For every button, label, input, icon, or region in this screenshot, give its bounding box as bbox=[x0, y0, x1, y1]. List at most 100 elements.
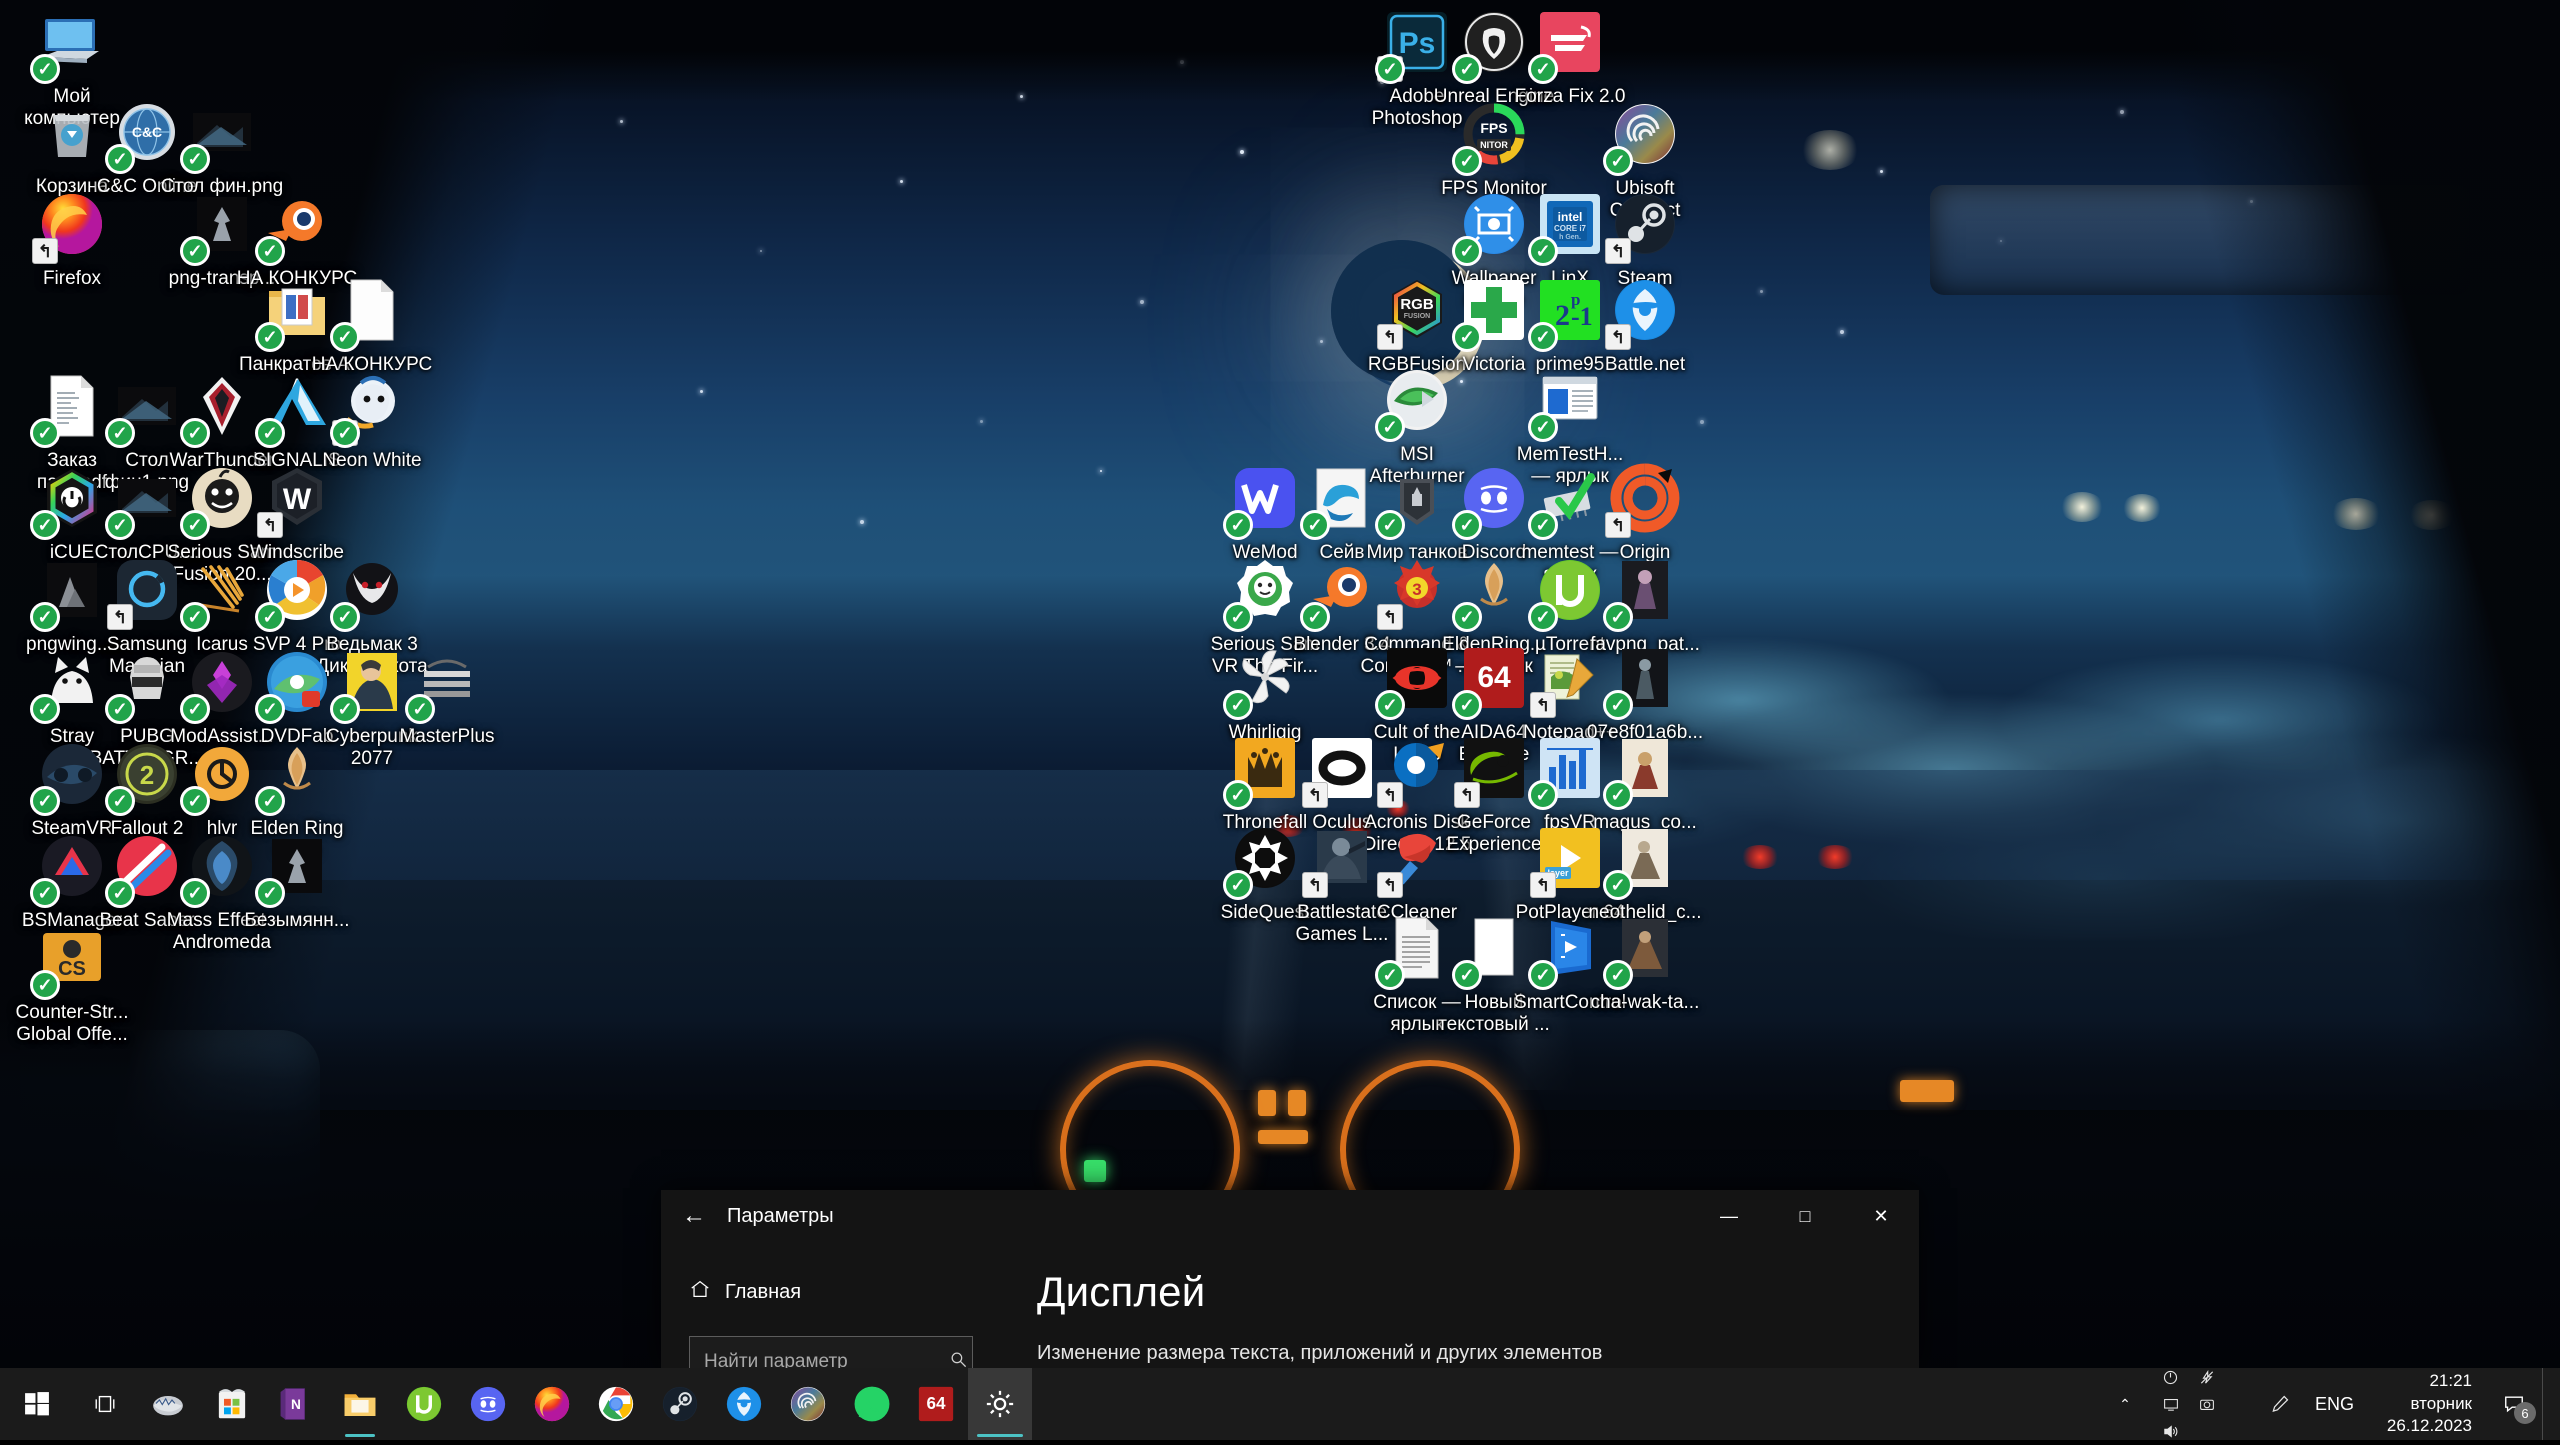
shortcut-arrow-icon: ↰ bbox=[1377, 604, 1403, 630]
desktop-icon-origin[interactable]: ↰Origin bbox=[1583, 460, 1707, 564]
onedrive-synced-badge-icon bbox=[1528, 236, 1558, 266]
desktop-icon-image-file[interactable]: cha-wak-ta... bbox=[1583, 910, 1707, 1014]
onedrive-synced-badge-icon bbox=[30, 694, 60, 724]
power-icon[interactable] bbox=[2153, 1364, 2189, 1391]
svg-text:64: 64 bbox=[1477, 661, 1511, 694]
desktop-icon-image-file[interactable]: neothelid_c... bbox=[1583, 820, 1707, 924]
tray-expand-chevron-icon[interactable]: ⌃ bbox=[2103, 1368, 2147, 1440]
taskbar-item-firefox[interactable] bbox=[520, 1368, 584, 1440]
desktop-icon-ccleaner[interactable]: ↰CCleaner bbox=[1355, 820, 1479, 924]
taskbar-item-onenote[interactable]: N bbox=[264, 1368, 328, 1440]
onedrive-synced-badge-icon bbox=[1603, 146, 1633, 176]
onedrive-synced-badge-icon bbox=[1375, 510, 1405, 540]
taskbar-item-settings[interactable] bbox=[968, 1368, 1032, 1440]
onedrive-synced-badge-icon bbox=[1528, 510, 1558, 540]
svg-text:W: W bbox=[283, 483, 312, 516]
desktop-icon-image-file[interactable]: Стол фин.png bbox=[160, 94, 284, 198]
onedrive-synced-badge-icon bbox=[30, 878, 60, 908]
desktop-icon-firefox[interactable]: ↰Firefox bbox=[10, 186, 134, 290]
onedrive-synced-badge-icon bbox=[1603, 602, 1633, 632]
language-indicator[interactable]: ENG bbox=[2301, 1368, 2368, 1440]
taskbar-items[interactable]: N bbox=[136, 1368, 1032, 1440]
close-button[interactable]: ✕ bbox=[1843, 1190, 1919, 1242]
whatsapp-icon bbox=[852, 1384, 892, 1424]
image-file-icon bbox=[259, 828, 335, 904]
shortcut-arrow-icon: ↰ bbox=[1377, 324, 1403, 350]
desktop-icon-label: cha-wak-ta... bbox=[1591, 992, 1700, 1014]
windscribe-icon: W↰ bbox=[259, 460, 335, 536]
battery-charge-icon[interactable] bbox=[2189, 1364, 2225, 1391]
wireshark-icon bbox=[148, 1384, 188, 1424]
ccleaner-icon: ↰ bbox=[1379, 820, 1455, 896]
taskbar-item-utorrent[interactable] bbox=[392, 1368, 456, 1440]
clock[interactable]: 21:21 вторник 26.12.2023 bbox=[2368, 1368, 2486, 1440]
wallpaper-star bbox=[1020, 95, 1023, 98]
desktop-icon-forza[interactable]: Forza Fix 2.0 bbox=[1508, 4, 1632, 108]
shortcut-arrow-icon: ↰ bbox=[1530, 692, 1556, 718]
discord-icon bbox=[468, 1384, 508, 1424]
taskbar-item-discord[interactable] bbox=[456, 1368, 520, 1440]
volume-icon[interactable] bbox=[2153, 1418, 2189, 1445]
desktop-icon-neon-white[interactable]: ↰Neon White bbox=[310, 368, 434, 472]
settings-titlebar[interactable]: ← Параметры — □ ✕ bbox=[661, 1190, 1919, 1242]
onedrive-synced-badge-icon bbox=[1528, 960, 1558, 990]
system-tray[interactable]: ⌃ bbox=[2103, 1368, 2560, 1440]
desktop-icon-masterplus[interactable]: MasterPlus bbox=[385, 644, 509, 748]
onedrive-synced-badge-icon bbox=[255, 322, 285, 352]
desktop-icon-fps-monitor[interactable]: FPS NITORFPS Monitor bbox=[1432, 96, 1556, 200]
image-file-icon bbox=[1607, 910, 1683, 986]
eldenring-coop-icon bbox=[259, 736, 335, 812]
taskbar-item-wireshark[interactable] bbox=[136, 1368, 200, 1440]
settings-search-box[interactable] bbox=[689, 1336, 973, 1370]
settings-window[interactable]: ← Параметры — □ ✕ Главная bbox=[661, 1190, 1919, 1370]
window-controls[interactable]: — □ ✕ bbox=[1691, 1190, 1919, 1242]
windows-logo-icon bbox=[24, 1391, 50, 1417]
taskbar-item-whatsapp[interactable] bbox=[840, 1368, 904, 1440]
start-button[interactable] bbox=[0, 1368, 74, 1440]
display-icon[interactable] bbox=[2153, 1391, 2189, 1418]
minimize-button[interactable]: — bbox=[1691, 1190, 1767, 1242]
taskbar-item-battlenet[interactable] bbox=[712, 1368, 776, 1440]
sidebar-item-home[interactable]: Главная bbox=[661, 1272, 1001, 1312]
task-view-button[interactable] bbox=[74, 1368, 136, 1440]
notification-center-button[interactable]: 6 bbox=[2486, 1368, 2542, 1440]
taskbar-item-chrome[interactable] bbox=[584, 1368, 648, 1440]
taskbar-item-aida64[interactable]: 64 bbox=[904, 1368, 968, 1440]
clock-weekday: вторник bbox=[2411, 1393, 2472, 1416]
fps-monitor-icon: FPS NITOR bbox=[1456, 96, 1532, 172]
desktop-icon-label: Безымянн... bbox=[244, 910, 349, 932]
taskbar[interactable]: N bbox=[0, 1368, 2560, 1440]
pen-input-icon[interactable] bbox=[2259, 1368, 2301, 1440]
onedrive-synced-badge-icon bbox=[330, 322, 360, 352]
desktop-icon-csgo[interactable]: CSCounter-Str... Global Offe... bbox=[10, 920, 134, 1047]
onedrive-synced-badge-icon bbox=[1603, 780, 1633, 810]
onedrive-synced-badge-icon bbox=[180, 236, 210, 266]
desktop-icon-whirligig[interactable]: Whirligig bbox=[1203, 640, 1327, 744]
show-desktop-button[interactable] bbox=[2542, 1368, 2552, 1440]
wallpaper-dash-indicator bbox=[1258, 1130, 1308, 1144]
taskbar-item-file-explorer[interactable] bbox=[328, 1368, 392, 1440]
desktop-icon-image-file[interactable]: 07e8f01a6b... bbox=[1583, 640, 1707, 744]
back-arrow-icon[interactable]: ← bbox=[661, 1190, 727, 1242]
settings-sidebar[interactable]: Главная Система bbox=[661, 1242, 1001, 1370]
onedrive-synced-badge-icon bbox=[105, 786, 135, 816]
desktop-icon-image-file[interactable]: magus_co... bbox=[1583, 730, 1707, 834]
desktop-icon-battlenet[interactable]: ↰Battle.net bbox=[1583, 272, 1707, 376]
maximize-button[interactable]: □ bbox=[1767, 1190, 1843, 1242]
aida64-icon: 64 bbox=[916, 1384, 956, 1424]
tray-icon-grid[interactable] bbox=[2147, 1375, 2259, 1433]
onedrive-synced-badge-icon bbox=[1300, 510, 1330, 540]
desktop-icon-image-file[interactable]: Безымянн... bbox=[235, 828, 359, 932]
camera-icon[interactable] bbox=[2189, 1391, 2225, 1418]
onedrive-synced-badge-icon bbox=[1223, 870, 1253, 900]
onedrive-synced-badge-icon bbox=[1528, 412, 1558, 442]
desktop-icon-windscribe[interactable]: W↰Windscribe bbox=[235, 460, 359, 564]
onedrive-synced-badge-icon bbox=[1223, 602, 1253, 632]
taskbar-item-steam[interactable] bbox=[648, 1368, 712, 1440]
onedrive-synced-badge-icon bbox=[180, 694, 210, 724]
onedrive-synced-badge-icon bbox=[1528, 54, 1558, 84]
image-file-icon bbox=[1607, 552, 1683, 628]
onedrive-synced-badge-icon bbox=[1603, 960, 1633, 990]
taskbar-item-ubisoft-connect[interactable] bbox=[776, 1368, 840, 1440]
taskbar-item-microsoft-store[interactable] bbox=[200, 1368, 264, 1440]
